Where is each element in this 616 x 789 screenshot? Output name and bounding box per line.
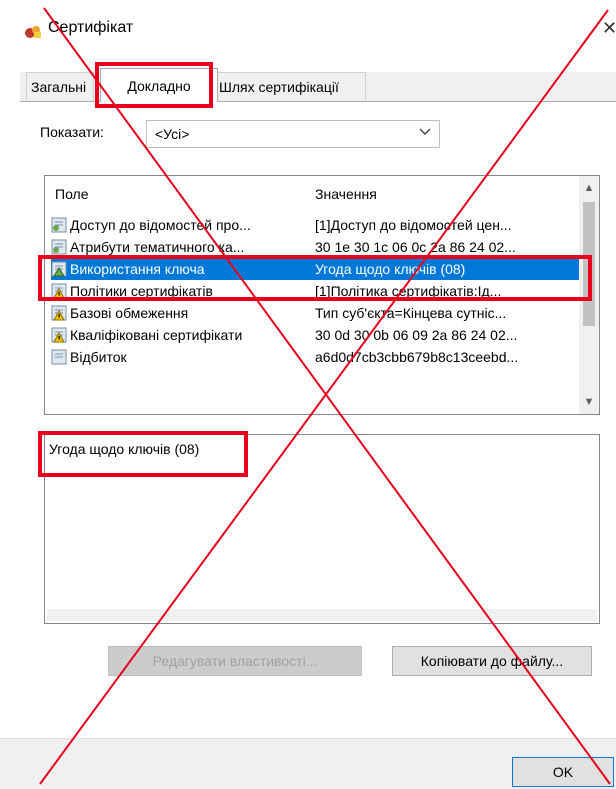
list-item[interactable]: Політики сертифікатів [1]Політика сертифі… — [51, 280, 579, 302]
list-header: Поле Значення — [45, 176, 580, 208]
list-item-value: [1]Політика сертифікатів:Ід... — [315, 283, 502, 299]
list-item-field: Використання ключа — [70, 261, 205, 277]
list-item-field: Доступ до відомостей про... — [70, 217, 251, 233]
list-item[interactable]: Використання ключа Угода щодо ключів (08) — [51, 258, 579, 280]
certificate-app-icon — [25, 26, 41, 38]
ok-button[interactable]: OK — [512, 757, 614, 787]
edit-properties-label: Редагувати властивості... — [152, 653, 318, 669]
detail-horizontal-scrollbar[interactable] — [47, 609, 597, 621]
tab-certification-path-label: Шлях сертифікації — [219, 79, 339, 95]
column-header-value[interactable]: Значення — [315, 186, 377, 202]
field-detail-text: Угода щодо ключів (08) — [49, 441, 200, 457]
scroll-down-icon[interactable]: ▼ — [579, 392, 599, 412]
fields-list[interactable]: Поле Значення Доступ до відомостей про..… — [44, 175, 600, 415]
warning-extension-icon — [51, 283, 67, 299]
close-icon[interactable]: ✕ — [602, 18, 616, 39]
tab-certification-path[interactable]: Шлях сертифікації — [214, 72, 366, 100]
warning-extension-icon — [51, 327, 67, 343]
list-item[interactable]: Доступ до відомостей про... [1]Доступ до … — [51, 214, 579, 236]
cert-extension-icon — [51, 261, 67, 277]
list-item-value: Угода щодо ключів (08) — [315, 261, 466, 277]
list-item-value: [1]Доступ до відомостей цен... — [315, 217, 512, 233]
list-item-field: Базові обмеження — [70, 305, 189, 321]
cert-field-icon — [51, 239, 67, 255]
list-item-field: Відбиток — [70, 349, 127, 365]
copy-to-file-label: Копіювати до файлу... — [420, 653, 564, 669]
list-item-value: Тип суб'єкта=Кінцева сутніс... — [315, 305, 507, 321]
cert-field-icon — [51, 217, 67, 233]
copy-to-file-button[interactable]: Копіювати до файлу... — [392, 646, 592, 676]
title-bar: Сертифікат ✕ — [0, 0, 616, 52]
column-header-field[interactable]: Поле — [55, 186, 89, 202]
list-item[interactable]: Кваліфіковані сертифікати 30 0d 30 0b 06 … — [51, 324, 579, 346]
list-item[interactable]: Відбиток a6d0d7cb3cbb679b8c13ceebd... — [51, 346, 579, 368]
list-item-field: Політики сертифікатів — [70, 283, 213, 299]
scroll-thumb[interactable] — [583, 202, 595, 326]
list-vertical-scrollbar[interactable]: ▲ ▼ — [579, 176, 599, 414]
warning-extension-icon — [51, 305, 67, 321]
list-item-value: 30 0d 30 0b 06 09 2a 86 24 02... — [315, 327, 518, 343]
field-detail-textbox[interactable]: Угода щодо ключів (08) — [44, 434, 600, 624]
tab-details[interactable]: Докладно — [100, 68, 218, 102]
show-select[interactable]: <Усі> — [146, 120, 440, 148]
list-item-field: Атрибути тематичного ка... — [70, 239, 245, 255]
tab-general-label: Загальні — [31, 79, 87, 95]
list-item-value: a6d0d7cb3cbb679b8c13ceebd... — [315, 349, 519, 365]
list-item-field: Кваліфіковані сертифікати — [70, 327, 243, 343]
tab-details-label: Докладно — [127, 78, 191, 94]
window-title: Сертифікат — [48, 19, 134, 36]
tab-general[interactable]: Загальні — [26, 72, 94, 100]
chevron-down-icon — [419, 128, 431, 135]
show-label: Показати: — [40, 124, 104, 140]
list-item[interactable]: Базові обмеження Тип суб'єкта=Кінцева сут… — [51, 302, 579, 324]
document-icon — [51, 349, 67, 365]
list-item-value: 30 1e 30 1c 06 0c 2a 86 24 02... — [315, 239, 516, 255]
list-item[interactable]: Атрибути тематичного ка... 30 1e 30 1c 06… — [51, 236, 579, 258]
show-select-value: <Усі> — [155, 126, 190, 142]
edit-properties-button[interactable]: Редагувати властивості... — [108, 646, 362, 676]
ok-button-label: OK — [552, 764, 574, 780]
scroll-up-icon[interactable]: ▲ — [579, 178, 599, 198]
